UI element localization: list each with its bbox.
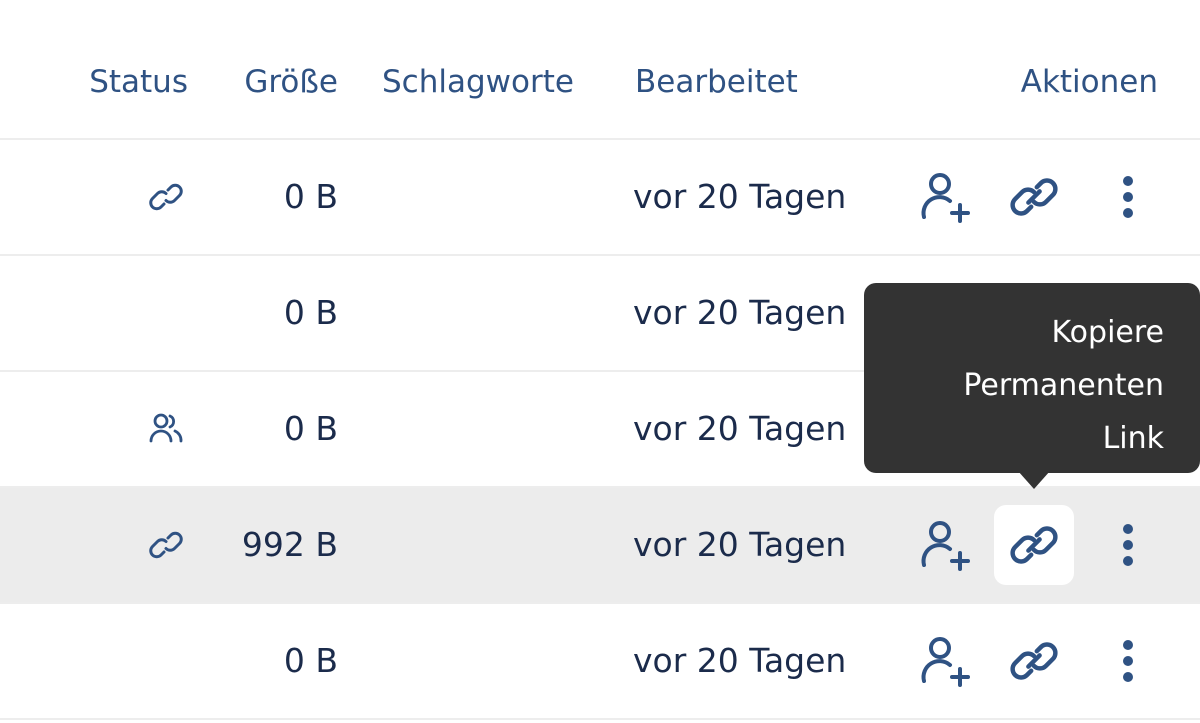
modified-date: vor 20 Tagen xyxy=(633,641,847,680)
column-header-actions: Aktionen xyxy=(1020,64,1158,100)
modified-date: vor 20 Tagen xyxy=(633,525,847,564)
share-button[interactable] xyxy=(904,157,984,237)
link-icon xyxy=(1010,642,1058,680)
table-row[interactable]: 0 B vor 20 Tagen xyxy=(0,604,1200,720)
tooltip-arrow xyxy=(1018,471,1050,489)
user-add-icon xyxy=(921,637,970,687)
table-row[interactable]: 0 B vor 20 Tagen xyxy=(0,140,1200,256)
modified-date: vor 20 Tagen xyxy=(633,293,847,332)
copy-link-button[interactable] xyxy=(994,157,1074,237)
share-button[interactable] xyxy=(904,621,984,701)
tooltip: Kopiere Permanenten Link xyxy=(864,283,1200,473)
tooltip-text: Kopiere Permanenten Link xyxy=(963,315,1164,456)
file-size: 0 B xyxy=(283,177,338,216)
user-add-icon xyxy=(921,173,970,223)
column-header-size[interactable]: Größe xyxy=(244,62,338,102)
more-actions-button[interactable] xyxy=(1088,505,1168,585)
file-size: 992 B xyxy=(241,525,338,564)
file-size: 0 B xyxy=(283,641,338,680)
user-add-icon xyxy=(921,521,970,571)
link-icon xyxy=(146,177,186,217)
file-size: 0 B xyxy=(283,293,338,332)
column-header-status[interactable]: Status xyxy=(89,62,188,102)
column-header-edited[interactable]: Bearbeitet xyxy=(635,62,798,102)
users-icon xyxy=(146,409,186,449)
more-actions-button[interactable] xyxy=(1088,621,1168,701)
modified-date: vor 20 Tagen xyxy=(633,409,847,448)
link-icon xyxy=(146,525,186,565)
column-header-tags[interactable]: Schlagworte xyxy=(382,62,574,102)
table-header: Status Größe Schlagworte Bearbeitet Akti… xyxy=(0,0,1200,140)
link-icon xyxy=(1010,178,1058,216)
more-vertical-icon xyxy=(1123,640,1133,682)
file-size: 0 B xyxy=(283,409,338,448)
more-actions-button[interactable] xyxy=(1088,157,1168,237)
table-row[interactable]: 992 B vor 20 Tagen xyxy=(0,488,1200,604)
link-icon xyxy=(1010,526,1058,564)
more-vertical-icon xyxy=(1123,524,1133,566)
copy-link-button[interactable] xyxy=(994,505,1074,585)
share-button[interactable] xyxy=(904,505,984,585)
more-vertical-icon xyxy=(1123,176,1133,218)
copy-link-button[interactable] xyxy=(994,621,1074,701)
modified-date: vor 20 Tagen xyxy=(633,177,847,216)
